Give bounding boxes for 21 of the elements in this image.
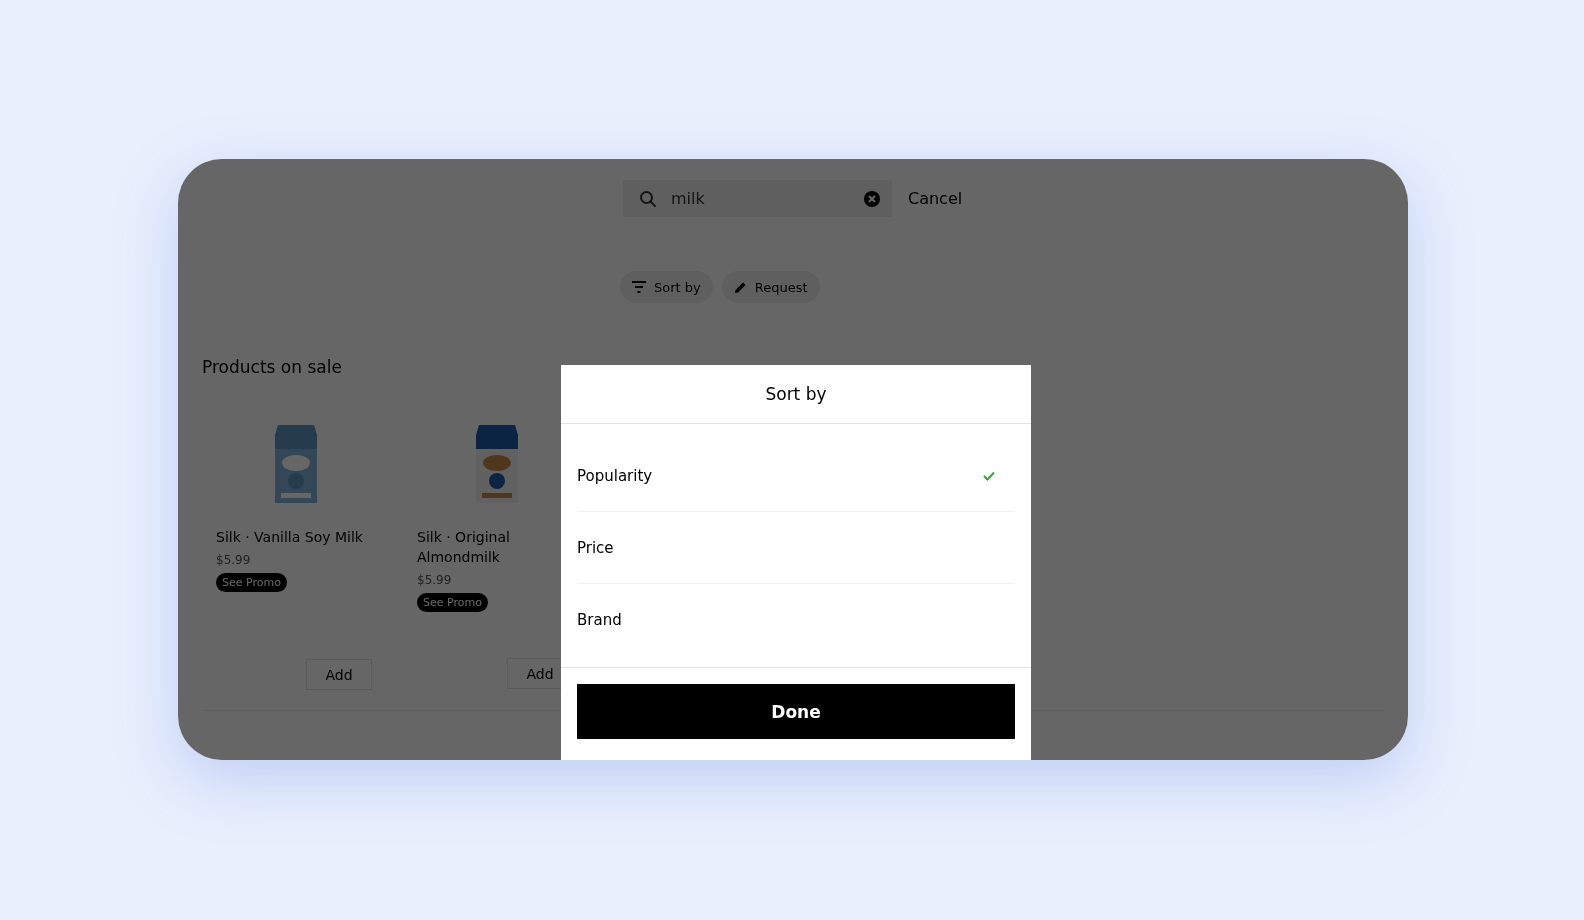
promo-badge[interactable]: See Promo	[417, 593, 488, 612]
clear-icon[interactable]	[864, 191, 880, 207]
request-chip[interactable]: Request	[721, 271, 820, 303]
sort-option[interactable]: Popularity	[577, 440, 1015, 512]
filter-icon	[632, 281, 646, 293]
sort-option[interactable]: Brand	[577, 584, 1015, 655]
promo-badge[interactable]: See Promo	[216, 573, 287, 592]
dialog-title: Sort by	[561, 365, 1031, 424]
product-name: Silk · Vanilla Soy Milk	[216, 528, 364, 547]
product-price: $5.99	[417, 573, 452, 587]
cancel-button[interactable]: Cancel	[908, 189, 963, 208]
search-field[interactable]: milk	[623, 180, 892, 217]
product-name: Silk · Original Almondmilk	[417, 528, 511, 567]
search-icon	[639, 190, 657, 208]
done-button[interactable]: Done	[577, 684, 1015, 739]
section-title: Products on sale	[202, 357, 343, 377]
pencil-icon	[733, 280, 747, 294]
sort-option[interactable]: Price	[577, 512, 1015, 584]
add-button[interactable]: Add	[306, 659, 372, 690]
product-price: $5.99	[216, 553, 251, 567]
sort-chip[interactable]: Sort by	[620, 271, 713, 303]
